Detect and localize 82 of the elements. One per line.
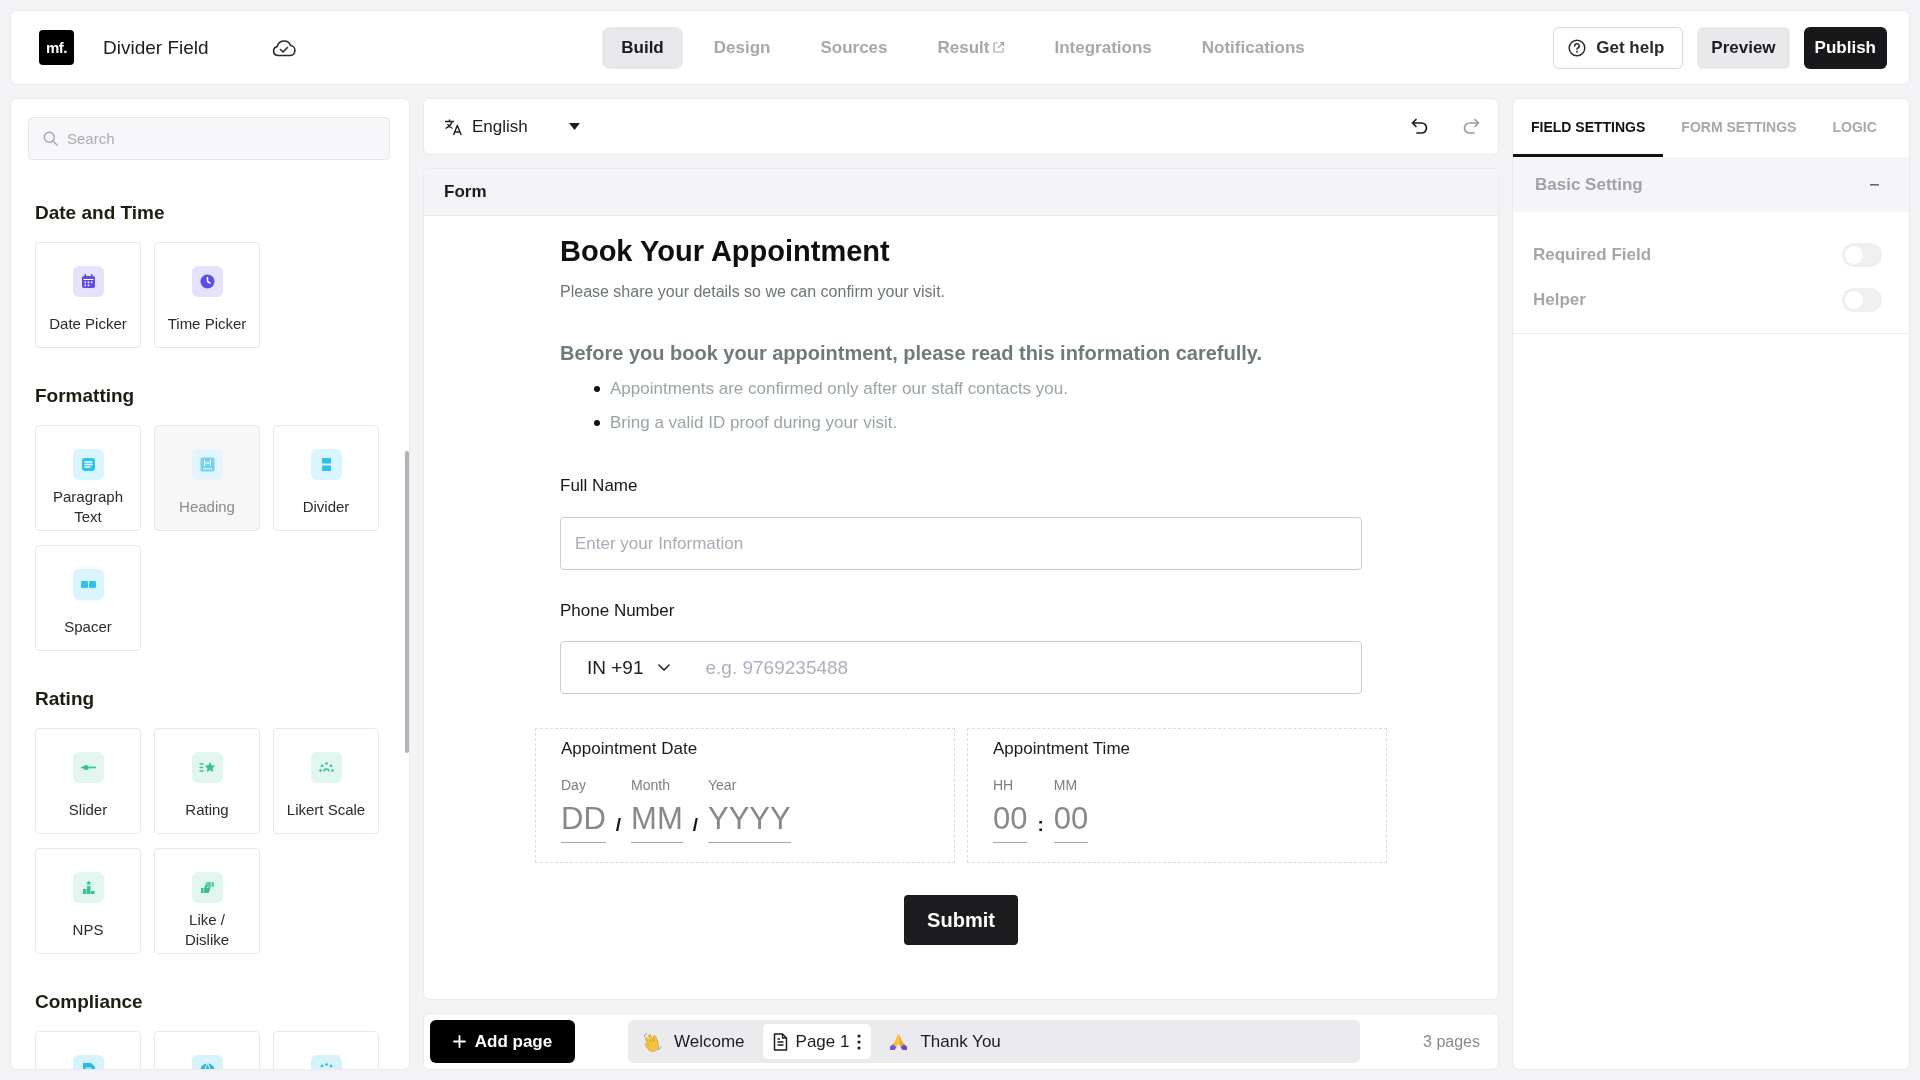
add-page-button[interactable]: Add page	[430, 1020, 575, 1063]
field-tile[interactable]: Date Picker	[35, 242, 141, 348]
bullet-icon	[594, 386, 600, 392]
get-help-button[interactable]: Get help	[1553, 26, 1684, 69]
page-tab[interactable]: Welcome	[633, 1024, 755, 1059]
field-tile[interactable]: Spacer	[35, 545, 141, 651]
section-heading: Rating	[35, 687, 96, 711]
setting-label: Helper	[1533, 289, 1586, 310]
field-label: Phone Number	[560, 600, 675, 622]
country-code-dropdown[interactable]: IN +91	[587, 656, 670, 679]
waving-hand-icon	[643, 1031, 662, 1052]
scrollbar-thumb[interactable]	[405, 451, 409, 753]
separator: :	[1037, 814, 1044, 836]
section-heading: Formatting	[35, 384, 136, 408]
field-tile[interactable]: Like / Dislike	[154, 848, 260, 954]
more-icon[interactable]	[857, 1033, 862, 1050]
nav-tab[interactable]: Build	[602, 26, 683, 69]
section-heading: Date and Time	[35, 201, 166, 225]
setting-label: Required Field	[1533, 244, 1652, 265]
thumbs-icon	[191, 872, 223, 903]
language-dropdown[interactable]: English	[444, 116, 580, 137]
heading-icon	[191, 449, 223, 480]
segment-field[interactable]: DD	[561, 800, 606, 843]
segment-field[interactable]: 00	[993, 800, 1028, 843]
cloud-check-icon	[270, 37, 297, 58]
undo-icon[interactable]	[1410, 117, 1429, 136]
podium-icon	[72, 872, 104, 903]
text-field[interactable]: Enter your Information	[560, 517, 1362, 570]
bullet-icon	[594, 420, 600, 426]
phone-field[interactable]: IN +91 e.g. 9769235488	[560, 641, 1362, 694]
submit-button[interactable]: Submit	[904, 895, 1018, 945]
field-tile[interactable]: Paragraph Text	[35, 425, 141, 531]
bullet-text: Appointments are confirmed only after our staff contacts you.	[610, 379, 1068, 399]
phone-number-input[interactable]: e.g. 9769235488	[703, 655, 1361, 680]
field-tile[interactable]: Likert Scale	[273, 728, 379, 834]
publish-button[interactable]: Publish	[1803, 26, 1887, 69]
chevron-down-icon	[657, 664, 670, 671]
caret-down-icon	[568, 123, 580, 130]
segment-label: HH	[993, 776, 1014, 794]
segment-label: Year	[708, 776, 737, 794]
preview-button[interactable]: Preview	[1697, 26, 1790, 69]
field-label: Appointment Time	[993, 738, 1131, 760]
translate-icon	[444, 117, 463, 136]
segment-field[interactable]: YYYY	[708, 800, 791, 843]
segment-label: Month	[631, 776, 670, 794]
paragraph-icon	[72, 449, 104, 480]
document-icon	[772, 1032, 788, 1051]
clock-icon	[191, 266, 223, 297]
page-tab[interactable]: Page 1	[762, 1024, 872, 1059]
separator: /	[615, 814, 622, 836]
segment-field[interactable]: MM	[631, 800, 683, 843]
calendar-icon	[72, 266, 104, 297]
separator: /	[692, 814, 698, 836]
field-tile[interactable]: Slider	[35, 728, 141, 834]
form-subtitle: Please share your details so we can confirm your visit.	[560, 282, 946, 302]
field-tile[interactable]: Rating	[154, 728, 260, 834]
spacer-icon	[72, 569, 104, 600]
help-icon	[1568, 38, 1587, 57]
praying-hands-icon	[889, 1032, 909, 1051]
field-tile[interactable]: NPS	[35, 848, 141, 954]
plus-icon	[452, 1035, 466, 1048]
bullet-text: Bring a valid ID proof during your visit.	[610, 413, 898, 433]
search-field[interactable]: Search	[28, 117, 390, 160]
segment-label: Day	[561, 776, 586, 794]
slider-icon	[72, 752, 104, 783]
gauge-icon	[310, 752, 342, 783]
page-count: 3 pages	[1423, 1032, 1480, 1051]
notice-heading: Before you book your appointment, please read this information carefully.	[560, 341, 1262, 366]
field-label: Appointment Date	[561, 738, 699, 760]
section-heading: Compliance	[35, 990, 144, 1014]
form-name: Divider Field	[103, 36, 209, 59]
app-logo: mf.	[39, 30, 74, 65]
field-tile[interactable]: Time Picker	[154, 242, 260, 348]
segment-label: MM	[1053, 776, 1078, 794]
page-tab[interactable]: Thank You	[879, 1024, 1011, 1059]
field-label: Full Name	[560, 475, 638, 497]
search-icon	[43, 131, 58, 146]
external-link-icon	[991, 41, 1005, 54]
field-tile[interactable]: Divider	[273, 425, 379, 531]
form-header: Form	[424, 169, 1498, 216]
form-title: Book Your Appointment	[560, 234, 890, 269]
segment-field[interactable]: 00	[1053, 800, 1089, 843]
